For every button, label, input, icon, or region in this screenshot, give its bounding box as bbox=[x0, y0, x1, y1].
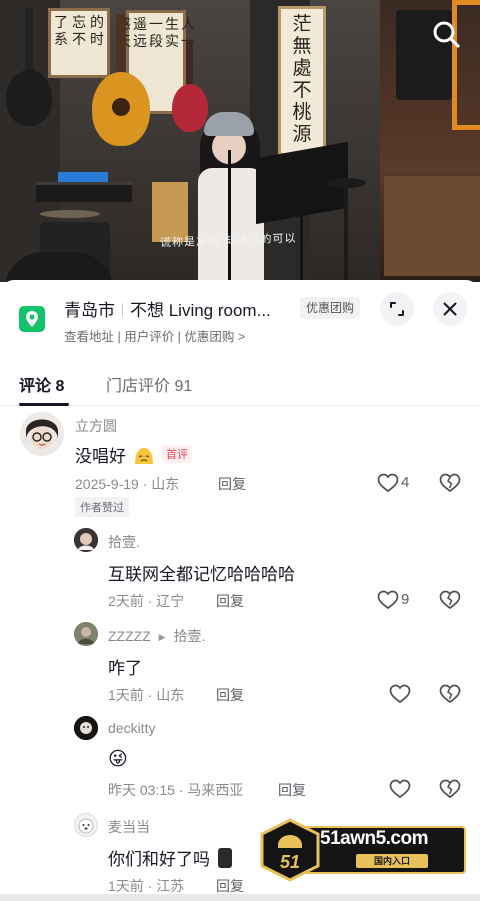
ad-url: 51awn5.com bbox=[320, 828, 429, 849]
singer bbox=[198, 168, 264, 282]
tab-comments[interactable]: 评论 8 bbox=[19, 372, 64, 396]
avatar-face bbox=[74, 716, 98, 740]
guitar-neck bbox=[186, 40, 193, 90]
input-bar[interactable] bbox=[0, 894, 480, 901]
reply-button[interactable]: 回复 bbox=[218, 474, 246, 494]
poi-name: 不想 Living room... bbox=[130, 301, 271, 320]
reply-text-content: 你们和好了吗 bbox=[108, 850, 210, 869]
shelf bbox=[384, 176, 480, 276]
poi-title[interactable]: 青岛市 不想 Living room... bbox=[64, 296, 271, 321]
reply-button[interactable]: 回复 bbox=[216, 685, 244, 705]
reply-text: 😜 bbox=[108, 749, 128, 770]
avatar[interactable] bbox=[74, 716, 98, 740]
reply-username[interactable]: deckitty bbox=[108, 720, 155, 736]
close-icon bbox=[443, 302, 457, 316]
guitar-neck bbox=[25, 8, 33, 78]
avatar[interactable] bbox=[74, 622, 98, 646]
comment-meta: 2025-9-19 · 山东 bbox=[75, 476, 180, 492]
calligraphy-column: 生实 bbox=[165, 17, 179, 50]
broken-heart-icon[interactable] bbox=[439, 683, 461, 705]
reply-text: 咋了 bbox=[108, 659, 142, 678]
heart-icon[interactable] bbox=[389, 779, 411, 799]
heart-icon[interactable] bbox=[377, 590, 399, 610]
avatar-face bbox=[74, 528, 98, 552]
stool-leg bbox=[344, 186, 348, 282]
cymbal bbox=[40, 210, 100, 218]
reply-button[interactable]: 回复 bbox=[216, 876, 244, 896]
reply-meta: 1天前 · 江苏 bbox=[108, 878, 185, 894]
ad-banner[interactable]: 51 51awn5.com 国内入口 bbox=[258, 818, 468, 882]
location-pin-icon bbox=[19, 306, 45, 332]
calligraphy-column: 忘不 bbox=[72, 15, 86, 48]
calligraphy-column: 的时 bbox=[90, 15, 104, 48]
poi-city: 青岛市 bbox=[64, 301, 115, 320]
ad-entry-button[interactable]: 国内入口 bbox=[356, 854, 428, 868]
broken-heart-icon[interactable] bbox=[439, 472, 461, 494]
broken-heart-icon[interactable] bbox=[439, 589, 461, 611]
reply-username[interactable]: 麦当当 bbox=[108, 817, 150, 837]
reply-text: 你们和好了吗 bbox=[108, 845, 232, 870]
ad-logo-icon: 51 bbox=[260, 818, 320, 882]
calligraphy-column: 遥远 bbox=[133, 17, 147, 50]
like-count: 4 bbox=[401, 474, 410, 491]
calligraphy-column: 了系 bbox=[54, 15, 68, 48]
group-buy-badge[interactable]: 优惠团购 bbox=[300, 297, 361, 319]
first-comment-badge: 首评 bbox=[162, 445, 192, 463]
reply-username: ZZZZZ ▶ 拾壹. bbox=[108, 626, 205, 646]
video-player[interactable]: 的时忘不了系 人一生实一段遥远感天 茫 無 處 不 桃 源 谎称是友谊 却疏远的… bbox=[0, 0, 480, 282]
microphone-stand bbox=[228, 150, 231, 282]
reply-meta: 2天前 · 辽宁 bbox=[108, 593, 185, 609]
reply-button[interactable]: 回复 bbox=[216, 591, 244, 611]
expand-icon bbox=[390, 302, 404, 316]
avatar-face bbox=[78, 818, 94, 834]
search-icon bbox=[433, 21, 460, 48]
calligraphy-scroll: 的时 忘不 了系 bbox=[48, 8, 110, 78]
avatar-face bbox=[20, 412, 64, 456]
like-count: 9 bbox=[401, 591, 410, 608]
comment-username[interactable]: 立方圆 bbox=[75, 416, 117, 436]
avatar[interactable] bbox=[74, 813, 98, 837]
sad-emoji-icon bbox=[134, 448, 153, 464]
comment-text-content: 没唱好 bbox=[75, 447, 126, 466]
poi-links[interactable]: 查看地址 | 用户评价 | 优惠团购 > bbox=[64, 326, 245, 345]
avatar[interactable] bbox=[74, 528, 98, 552]
reply-text: 互联网全都记忆哈哈哈哈 bbox=[108, 565, 295, 584]
avatar-face bbox=[74, 622, 98, 646]
reply-meta: 昨天 03:15 · 马来西亚 bbox=[108, 782, 244, 798]
reply-meta: 1天前 · 山东 bbox=[108, 687, 185, 703]
calligraphy-text: 茫 無 處 不 桃 源 bbox=[292, 13, 312, 145]
author-liked-badge: 作者赞过 bbox=[75, 497, 129, 517]
watch-emoji-icon bbox=[217, 848, 232, 868]
bass-guitar bbox=[172, 84, 208, 132]
singer-cap bbox=[204, 112, 254, 136]
reply-user-link[interactable]: ZZZZZ bbox=[108, 628, 151, 644]
music-stand-leg bbox=[300, 210, 303, 282]
expand-button[interactable] bbox=[380, 292, 414, 326]
ad-logo-text: 51 bbox=[280, 852, 300, 872]
reply-to-user[interactable]: 拾壹. bbox=[173, 628, 205, 644]
poi-header[interactable]: 青岛市 不想 Living room... 优惠团购 查看地址 | 用户评价 | … bbox=[0, 280, 480, 352]
comment-text: 没唱好 bbox=[75, 442, 155, 467]
comment-tabs: 评论 8 门店评价 91 bbox=[0, 362, 480, 406]
reply-username[interactable]: 拾壹. bbox=[108, 532, 140, 552]
calligraphy-column: 一段 bbox=[149, 17, 163, 50]
tab-store-reviews[interactable]: 门店评价 91 bbox=[106, 372, 192, 396]
guitar-neck bbox=[116, 14, 125, 80]
heart-icon[interactable] bbox=[389, 684, 411, 704]
heart-icon[interactable] bbox=[377, 473, 399, 493]
avatar[interactable] bbox=[20, 412, 64, 456]
reply-button[interactable]: 回复 bbox=[278, 780, 306, 800]
guitar-soundhole bbox=[112, 98, 130, 116]
keyboard bbox=[36, 182, 132, 202]
broken-heart-icon[interactable] bbox=[439, 778, 461, 800]
title-divider bbox=[122, 303, 123, 317]
calligraphy-scroll: 茫 無 處 不 桃 源 bbox=[278, 6, 326, 156]
search-button[interactable] bbox=[428, 16, 464, 52]
reply-arrow-icon: ▶ bbox=[158, 632, 166, 642]
close-button[interactable] bbox=[433, 292, 467, 326]
electric-guitar bbox=[6, 70, 52, 126]
tab-indicator bbox=[19, 403, 69, 406]
